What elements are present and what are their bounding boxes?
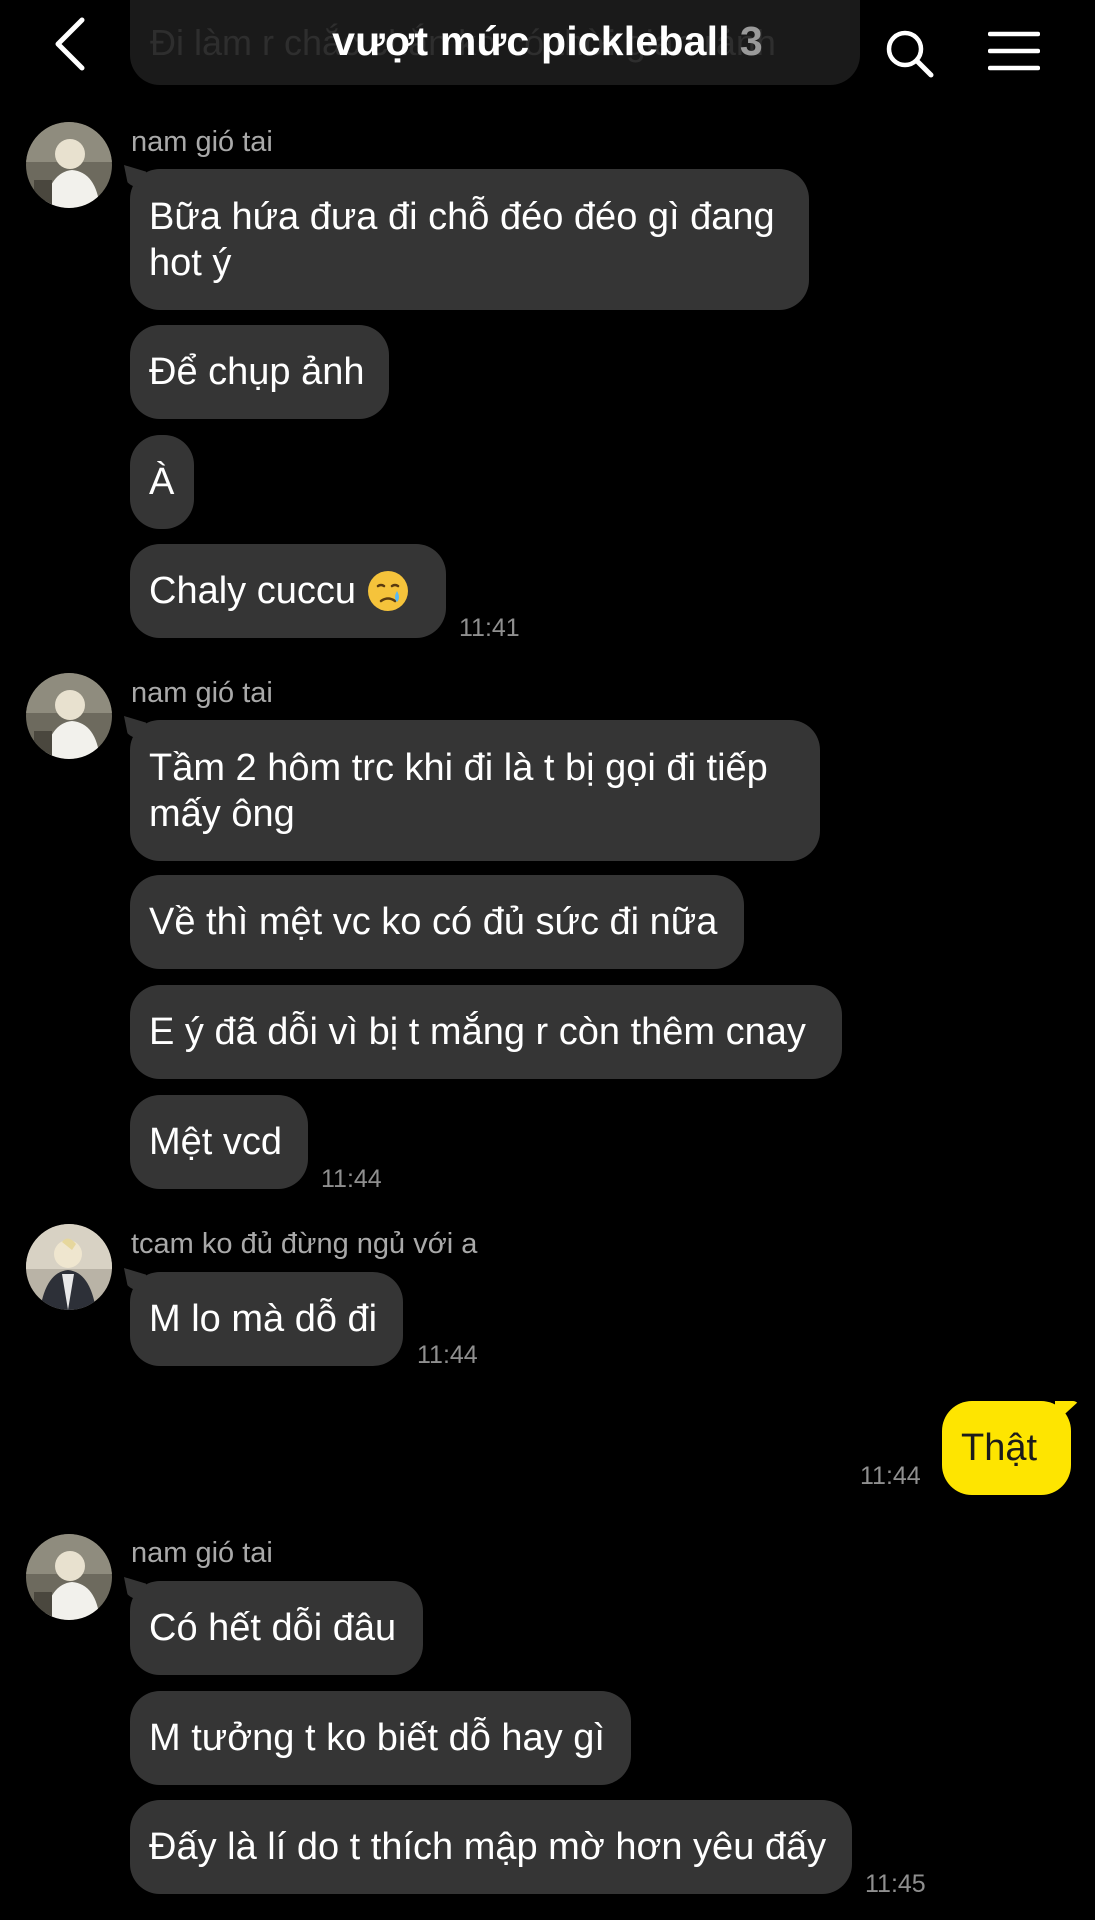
- message-text: Bữa hứa đưa đi chỗ đéo đéo gì đang hot ý: [149, 195, 775, 284]
- avatar-nam-gio-tai[interactable]: [26, 122, 112, 208]
- search-icon[interactable]: [884, 28, 934, 78]
- crying-face-emoji-icon: [367, 571, 408, 611]
- avatar-tcam[interactable]: [26, 1224, 112, 1310]
- message-text: Thật: [961, 1427, 1038, 1469]
- message-text: Để chụp ảnh: [149, 351, 365, 393]
- my-message-bubble[interactable]: Thật: [942, 1401, 1071, 1495]
- message-text: À: [149, 461, 175, 503]
- message-text: E ý đã dỗi vì bị t mắng r còn thêm cnay: [149, 1011, 806, 1053]
- message-bubble[interactable]: E ý đã dỗi vì bị t mắng r còn thêm cnay: [130, 985, 842, 1079]
- message-bubble[interactable]: Có hết dỗi đâu: [130, 1581, 423, 1675]
- message-bubble[interactable]: M lo mà dỗ đi: [130, 1272, 403, 1366]
- message-text: Tầm 2 hôm trc khi đi là t bị gọi đi tiếp…: [149, 746, 768, 835]
- message-text: Có hết dỗi đâu: [149, 1607, 397, 1649]
- message-text: Mệt vcd: [149, 1121, 283, 1163]
- message-bubble[interactable]: M tưởng t ko biết dỗ hay gì: [130, 1691, 631, 1785]
- message-bubble[interactable]: Tầm 2 hôm trc khi đi là t bị gọi đi tiếp…: [130, 720, 820, 861]
- avatar-nam-gio-tai[interactable]: [26, 1534, 112, 1620]
- message-timestamp: 11:44: [860, 1462, 921, 1490]
- message-bubble[interactable]: À: [130, 435, 194, 529]
- avatar-nam-gio-tai[interactable]: [26, 673, 112, 759]
- sender-name: nam gió tai: [131, 126, 273, 158]
- sender-name: tcam ko đủ đừng ngủ với a: [131, 1228, 478, 1260]
- message-text: Về thì mệt vc ko có đủ sức đi nữa: [149, 901, 718, 943]
- message-timestamp: 11:41: [459, 614, 520, 642]
- chat-header: Đi làm r chắc chắn ko có thời gian rảnh …: [0, 0, 1095, 110]
- message-text: Chaly cuccu: [149, 570, 356, 612]
- message-bubble[interactable]: Mệt vcd: [130, 1095, 308, 1189]
- message-bubble[interactable]: Đấy là lí do t thích mập mờ hơn yêu đấy: [130, 1800, 852, 1894]
- message-bubble[interactable]: Chaly cuccu: [130, 544, 446, 638]
- chat-room-name: vượt mức pickleball: [332, 18, 730, 64]
- message-text: M tưởng t ko biết dỗ hay gì: [149, 1717, 605, 1759]
- sender-name: nam gió tai: [131, 1537, 273, 1569]
- sender-name: nam gió tai: [131, 677, 273, 709]
- message-bubble[interactable]: Bữa hứa đưa đi chỗ đéo đéo gì đang hot ý: [130, 169, 809, 310]
- message-bubble[interactable]: Để chụp ảnh: [130, 325, 389, 419]
- message-timestamp: 11:44: [321, 1165, 382, 1193]
- message-text: M lo mà dỗ đi: [149, 1298, 378, 1340]
- menu-icon[interactable]: [988, 30, 1040, 72]
- member-count: 3: [739, 18, 763, 64]
- message-text: Đấy là lí do t thích mập mờ hơn yêu đấy: [149, 1826, 827, 1868]
- message-timestamp: 11:45: [865, 1870, 926, 1898]
- message-bubble[interactable]: Về thì mệt vc ko có đủ sức đi nữa: [130, 875, 744, 969]
- message-timestamp: 11:44: [417, 1341, 478, 1369]
